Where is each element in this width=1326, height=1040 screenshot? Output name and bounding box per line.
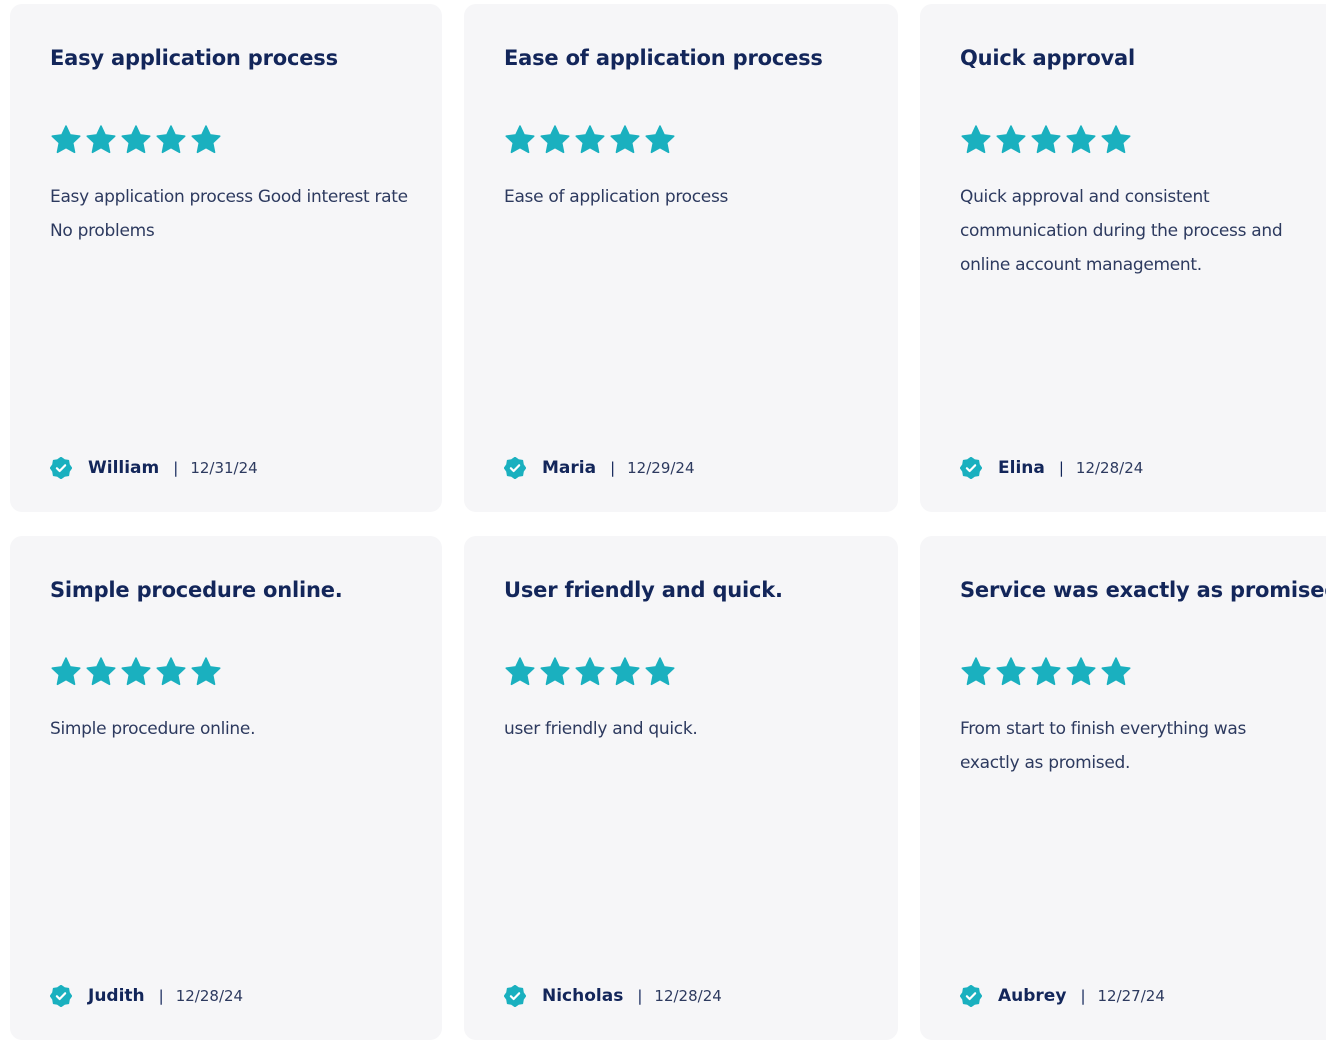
verified-badge-icon	[504, 457, 526, 479]
star-icon	[645, 125, 675, 154]
footer-separator: |	[173, 459, 179, 477]
star-icon	[121, 657, 151, 686]
review-author: Nicholas	[542, 986, 624, 1006]
review-body: Easy application process Good interest r…	[50, 187, 408, 241]
review-footer: Judith | 12/28/24	[50, 984, 243, 1008]
review-date: 12/28/24	[175, 987, 244, 1005]
verified-badge-icon	[960, 985, 982, 1007]
footer-separator: |	[1080, 987, 1086, 1005]
star-icon	[996, 657, 1026, 686]
review-footer: William | 12/31/24	[50, 456, 258, 480]
star-icon	[191, 657, 221, 686]
verified-badge-icon	[960, 457, 982, 479]
star-icon	[86, 125, 116, 154]
footer-separator: |	[610, 459, 616, 477]
review-body: Quick approval and consistent communicat…	[960, 187, 1283, 275]
star-icon	[51, 657, 81, 686]
star-icon	[1101, 125, 1131, 154]
review-date: 12/31/24	[190, 459, 258, 477]
star-icon	[610, 125, 640, 154]
review-body: user friendly and quick.	[504, 719, 698, 739]
footer-separator: |	[158, 987, 164, 1005]
star-rating	[504, 124, 676, 156]
review-title: Service was exactly as promised	[960, 578, 1326, 602]
review-author: Judith	[88, 986, 145, 1006]
star-icon	[121, 125, 151, 154]
review-footer: Elina | 12/28/24	[960, 456, 1143, 480]
review-body: From start to finish everything was exac…	[960, 719, 1247, 773]
review-title: User friendly and quick.	[504, 578, 783, 602]
star-rating	[960, 124, 1132, 156]
star-icon	[610, 657, 640, 686]
review-card: Service was exactly as promised From sta…	[920, 536, 1326, 1040]
verified-badge-icon	[50, 457, 72, 479]
verified-badge-icon	[50, 985, 72, 1007]
review-date: 12/28/24	[654, 987, 722, 1005]
review-author: Elina	[998, 458, 1045, 478]
review-author: Aubrey	[998, 986, 1067, 1006]
star-icon	[505, 657, 535, 686]
star-icon	[1066, 657, 1096, 686]
footer-separator: |	[1058, 459, 1064, 477]
review-date: 12/28/24	[1075, 459, 1144, 477]
review-title: Quick approval	[960, 46, 1136, 70]
review-body: Ease of application process	[504, 187, 729, 207]
review-title: Easy application process	[50, 46, 338, 70]
star-icon	[1031, 125, 1061, 154]
review-footer: Aubrey | 12/27/24	[960, 984, 1165, 1008]
star-rating	[50, 124, 222, 156]
review-footer: Maria | 12/29/24	[504, 456, 695, 480]
star-icon	[961, 125, 991, 154]
review-card: Simple procedure online. Simple procedur…	[10, 536, 442, 1040]
star-icon	[51, 125, 81, 154]
star-icon	[575, 125, 605, 154]
review-card: User friendly and quick. user friendly a…	[464, 536, 898, 1040]
star-icon	[961, 657, 991, 686]
review-date: 12/29/24	[627, 459, 695, 477]
review-body: Simple procedure online.	[50, 719, 256, 739]
review-author: William	[88, 458, 160, 478]
star-icon	[1066, 125, 1096, 154]
review-title: Ease of application process	[504, 46, 823, 70]
star-icon	[156, 657, 186, 686]
star-icon	[1031, 657, 1061, 686]
review-author: Maria	[542, 458, 597, 478]
footer-separator: |	[637, 987, 643, 1005]
review-card: Easy application process Easy applicatio…	[10, 4, 442, 512]
star-icon	[86, 657, 116, 686]
review-card: Quick approval Quick approval and consis…	[920, 4, 1326, 512]
star-icon	[996, 125, 1026, 154]
star-icon	[540, 657, 570, 686]
verified-badge-icon	[504, 985, 526, 1007]
star-rating	[504, 656, 676, 688]
star-icon	[191, 125, 221, 154]
reviews-grid: Easy application process Easy applicatio…	[10, 4, 1326, 1040]
review-card: Ease of application process Ease of appl…	[464, 4, 898, 512]
star-rating	[50, 656, 222, 688]
star-icon	[505, 125, 535, 154]
star-rating	[960, 656, 1132, 688]
star-icon	[1101, 657, 1131, 686]
review-footer: Nicholas | 12/28/24	[504, 984, 722, 1008]
star-icon	[645, 657, 675, 686]
review-title: Simple procedure online.	[50, 578, 343, 602]
star-icon	[156, 125, 186, 154]
star-icon	[540, 125, 570, 154]
review-date: 12/27/24	[1097, 987, 1165, 1005]
star-icon	[575, 657, 605, 686]
